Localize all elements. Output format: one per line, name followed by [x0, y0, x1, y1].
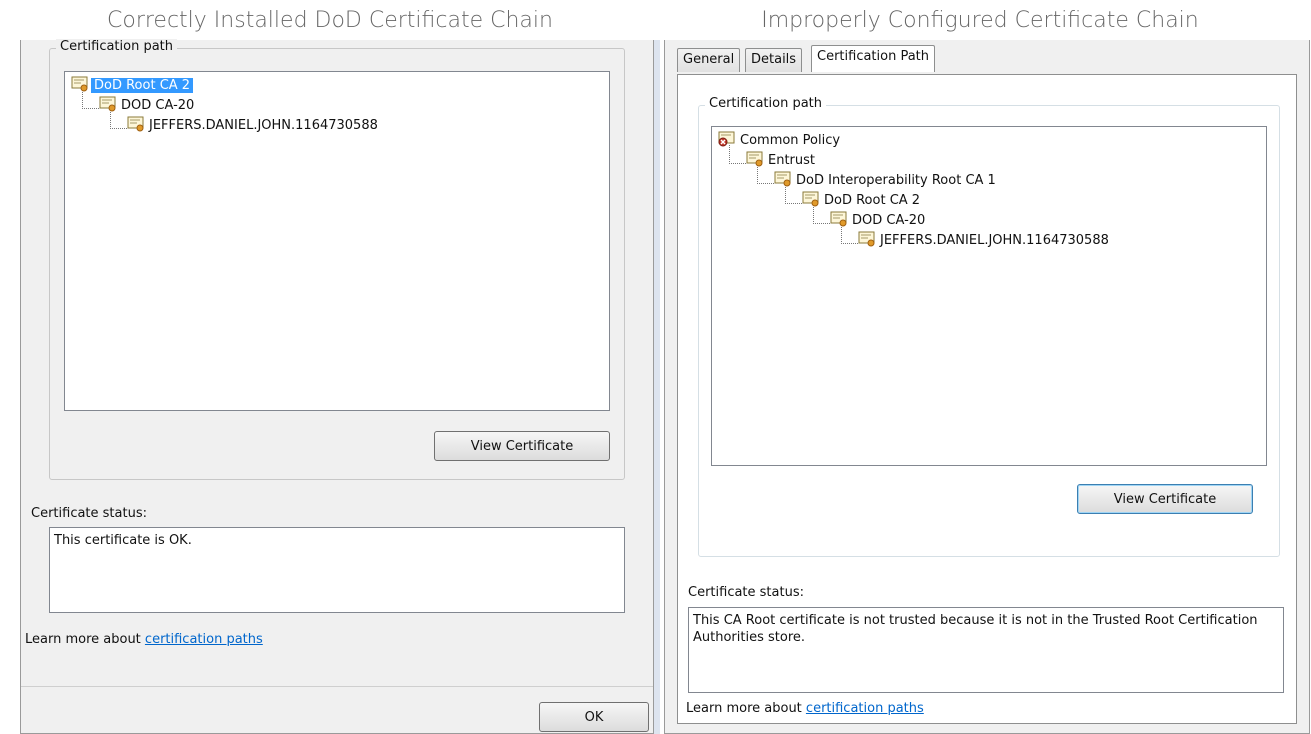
- right-certification-path-label: Certification path: [705, 96, 827, 111]
- certificate-icon: [71, 76, 88, 92]
- ok-button[interactable]: OK: [539, 702, 649, 732]
- tab-certification-path[interactable]: Certification Path: [811, 45, 936, 72]
- certification-paths-link[interactable]: certification paths: [145, 632, 263, 647]
- right-caption: Improperly Configured Certificate Chain: [761, 8, 1199, 33]
- tree-node-label: DoD Root CA 2: [824, 193, 921, 208]
- tree-node-label: JEFFERS.DANIEL.JOHN.1164730588: [880, 233, 1109, 248]
- right-certification-tree[interactable]: Common Policy Entrust DoD Interoperabili…: [711, 126, 1267, 466]
- right-learn-more: Learn more about certification paths: [686, 701, 924, 716]
- footer-divider: [21, 686, 653, 687]
- right-certificate-dialog: General Details Certification Path Certi…: [664, 40, 1310, 734]
- left-certificate-dialog: Certification path DoD Root CA 2 DOD CA-…: [20, 39, 654, 734]
- untrusted-certificate-icon: [718, 131, 735, 147]
- certificate-icon: [830, 211, 847, 227]
- left-certification-path-group: Certification path DoD Root CA 2 DOD CA-…: [49, 39, 625, 480]
- left-certificate-status-label: Certificate status:: [31, 506, 147, 521]
- panel-separator: [654, 40, 660, 734]
- learn-more-text: Learn more about: [686, 701, 806, 716]
- tab-strip: General Details Certification Path: [677, 45, 1297, 74]
- tab-general[interactable]: General: [677, 48, 741, 72]
- certification-paths-link[interactable]: certification paths: [806, 701, 924, 716]
- view-certificate-button[interactable]: View Certificate: [1077, 484, 1253, 514]
- certificate-icon: [746, 151, 763, 167]
- certificate-icon: [127, 116, 144, 132]
- certificate-icon: [858, 231, 875, 247]
- left-certification-tree[interactable]: DoD Root CA 2 DOD CA-20 JEFFERS.DANIEL.J…: [64, 71, 610, 411]
- tab-details[interactable]: Details: [745, 48, 803, 72]
- right-certificate-status-label: Certificate status:: [688, 585, 804, 600]
- left-certification-path-label: Certification path: [56, 39, 178, 54]
- certificate-icon: [99, 96, 116, 112]
- tree-node-label: JEFFERS.DANIEL.JOHN.1164730588: [149, 118, 378, 133]
- tab-content-panel: Certification path Common Policy Entrust: [677, 74, 1297, 724]
- certificate-icon: [802, 191, 819, 207]
- tree-node-label: DOD CA-20: [852, 213, 926, 228]
- left-certificate-status-box: This certificate is OK.: [49, 527, 625, 613]
- certificate-icon: [774, 171, 791, 187]
- tree-node-label: Entrust: [768, 153, 816, 168]
- learn-more-text: Learn more about: [25, 632, 145, 647]
- view-certificate-button[interactable]: View Certificate: [434, 431, 610, 461]
- left-caption: Correctly Installed DoD Certificate Chai…: [107, 8, 553, 33]
- right-certification-path-group: Certification path Common Policy Entrust: [698, 96, 1280, 557]
- right-certificate-status-box: This CA Root certificate is not trusted …: [688, 607, 1284, 693]
- tree-node-label: Common Policy: [740, 133, 841, 148]
- left-learn-more: Learn more about certification paths: [25, 632, 263, 647]
- tree-node-label: DOD CA-20: [121, 98, 195, 113]
- tree-node-label: DoD Interoperability Root CA 1: [796, 173, 996, 188]
- tree-node-label: DoD Root CA 2: [91, 78, 194, 93]
